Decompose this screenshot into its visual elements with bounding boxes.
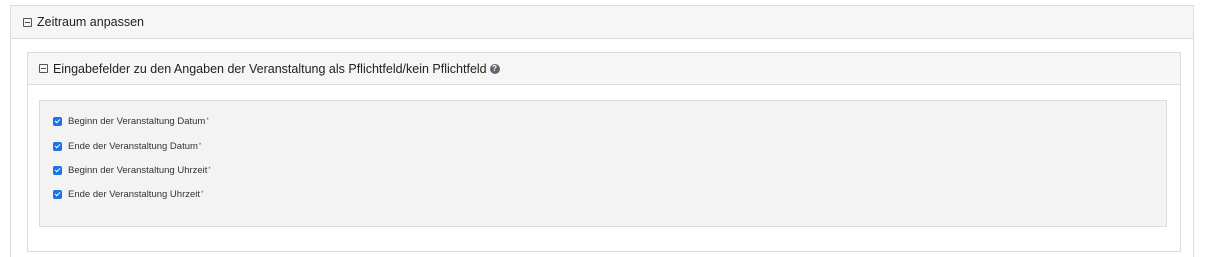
collapse-icon[interactable] — [23, 17, 32, 27]
required-marker: * — [201, 191, 204, 197]
pflichtfeld-settings-header[interactable]: Eingabefelder zu den Angaben der Veranst… — [28, 53, 1180, 85]
required-marker: * — [198, 143, 202, 149]
pflichtfeld-settings-panel: Eingabefelder zu den Angaben der Veranst… — [27, 52, 1181, 252]
field-ende-datum[interactable]: Ende der Veranstaltung Datum * — [53, 139, 201, 153]
field-label: Ende der Veranstaltung Datum — [68, 140, 198, 152]
required-marker: * — [208, 167, 211, 173]
checkbox-ende-uhrzeit[interactable] — [53, 189, 62, 199]
zeitraum-anpassen-panel: Zeitraum anpassen Eingabefelder zu den A… — [10, 5, 1194, 257]
field-label: Beginn der Veranstaltung Datum — [68, 115, 206, 127]
pflichtfeld-settings-title: Eingabefelder zu den Angaben der Veranst… — [53, 61, 487, 76]
collapse-icon[interactable] — [39, 64, 48, 73]
pflichtfeld-checkbox-list: Beginn der Veranstaltung Datum * Ende de… — [39, 100, 1167, 227]
help-icon[interactable]: ? — [489, 63, 500, 74]
field-beginn-uhrzeit[interactable]: Beginn der Veranstaltung Uhrzeit * — [53, 163, 211, 177]
required-marker: * — [206, 118, 209, 124]
field-ende-uhrzeit[interactable]: Ende der Veranstaltung Uhrzeit * — [53, 187, 203, 201]
zeitraum-anpassen-header[interactable]: Zeitraum anpassen — [11, 6, 1193, 39]
field-label: Ende der Veranstaltung Uhrzeit — [68, 188, 201, 200]
checkbox-beginn-datum[interactable] — [53, 116, 62, 126]
zeitraum-anpassen-title: Zeitraum anpassen — [37, 15, 145, 29]
field-beginn-datum[interactable]: Beginn der Veranstaltung Datum * — [53, 114, 209, 128]
checkbox-beginn-uhrzeit[interactable] — [53, 165, 62, 175]
field-label: Beginn der Veranstaltung Uhrzeit — [68, 164, 208, 176]
checkbox-ende-datum[interactable] — [53, 141, 62, 151]
